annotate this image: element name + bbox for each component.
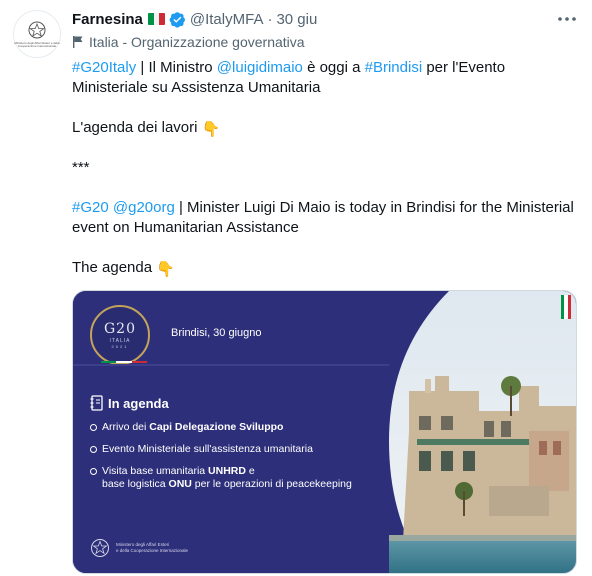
tweet-text-line: event on Humanitarian Assistance xyxy=(72,219,299,236)
agenda-item: Arrivo dei Capi Delegazione Sviluppo xyxy=(90,421,410,434)
avatar[interactable]: Ministero degli Affari Esteri e della Co… xyxy=(13,10,61,58)
more-icon xyxy=(558,17,576,21)
tweet-text-line: Ministeriale su Assistenza Umanitaria xyxy=(72,79,321,96)
emblem-icon xyxy=(28,21,46,39)
tweet-text-line: L'agenda dei lavori 👇 xyxy=(72,118,584,140)
agenda-item: Evento Ministeriale sull'assistenza uman… xyxy=(90,443,410,456)
photo-illustration xyxy=(389,291,576,573)
affiliation-label: Italia - Organizzazione governativa xyxy=(72,34,305,50)
tweet[interactable]: Ministero degli Affari Esteri e della Co… xyxy=(0,0,592,576)
display-name[interactable]: Farnesina xyxy=(72,11,143,28)
timestamp[interactable]: 30 giu xyxy=(276,11,317,28)
handle[interactable]: @ItalyMFA xyxy=(190,11,264,28)
logo-tricolor xyxy=(101,361,147,363)
ministry-name: Ministero degli Affari Esteri e della Co… xyxy=(116,542,189,553)
verified-icon xyxy=(169,11,185,28)
italy-flag xyxy=(561,295,571,319)
g20-logo-year: 2021 xyxy=(111,344,129,349)
avatar-caption: Ministero degli Affari Esteri e della Co… xyxy=(14,41,60,48)
pointing-down-emoji: 👇 xyxy=(201,121,221,138)
hashtag-g20[interactable]: #G20 xyxy=(72,199,109,216)
tweet-text: The agenda xyxy=(72,259,153,276)
agenda-panel: G20 ITALIA 2021 Brindisi, 30 giugno In a… xyxy=(73,291,423,573)
brindisi-photo xyxy=(389,291,576,573)
tweet-text-line: The agenda 👇 xyxy=(72,258,584,280)
agenda-list: Arrivo dei Capi Delegazione Sviluppo Eve… xyxy=(90,421,410,500)
notebook-icon xyxy=(90,395,103,411)
italy-flag-emoji xyxy=(147,13,165,25)
affiliation-text: Italia - Organizzazione governativa xyxy=(89,34,305,50)
agenda-heading: In agenda xyxy=(90,395,169,411)
tweet-text-line: #G20 @g20org | Minister Luigi Di Maio is… xyxy=(72,198,584,218)
tricolor-divider xyxy=(73,364,423,366)
tweet-text: | Minister Luigi Di Maio is today in Bri… xyxy=(174,199,574,216)
g20-logo: G20 ITALIA 2021 xyxy=(90,305,150,365)
tweet-text: è oggi a xyxy=(302,59,365,76)
pointing-down-emoji: 👇 xyxy=(156,261,175,278)
hashtag-g20italy[interactable]: #G20Italy xyxy=(72,59,136,76)
tweet-header: Farnesina @ItalyMFA · 30 giu xyxy=(72,9,317,29)
emblem-icon xyxy=(91,539,109,557)
agenda-title: In agenda xyxy=(108,395,169,411)
flag-label-icon xyxy=(73,36,83,48)
mention-luigidimaio[interactable]: @luigidimaio xyxy=(217,59,303,76)
media-image[interactable]: G20 ITALIA 2021 Brindisi, 30 giugno In a… xyxy=(72,290,577,574)
more-button[interactable] xyxy=(556,10,578,28)
agenda-item: Visita base umanitaria UNHRD e base logis… xyxy=(90,465,410,491)
tweet-text: L'agenda dei lavori xyxy=(72,119,198,136)
tweet-text: | Il Ministro xyxy=(136,59,217,76)
tweet-text-line: #G20Italy | Il Ministro @luigidimaio è o… xyxy=(72,58,584,78)
g20-logo-main: G20 xyxy=(104,321,136,337)
ministry-logo: Ministero degli Affari Esteri e della Co… xyxy=(90,537,188,559)
separator-dot: · xyxy=(267,10,273,28)
tweet-text: per l'Evento xyxy=(422,59,506,76)
mention-g20org[interactable]: @g20org xyxy=(113,199,175,216)
hashtag-brindisi[interactable]: #Brindisi xyxy=(365,59,423,76)
event-date: Brindisi, 30 giugno xyxy=(171,327,262,339)
tweet-text-line: *** xyxy=(72,159,90,176)
